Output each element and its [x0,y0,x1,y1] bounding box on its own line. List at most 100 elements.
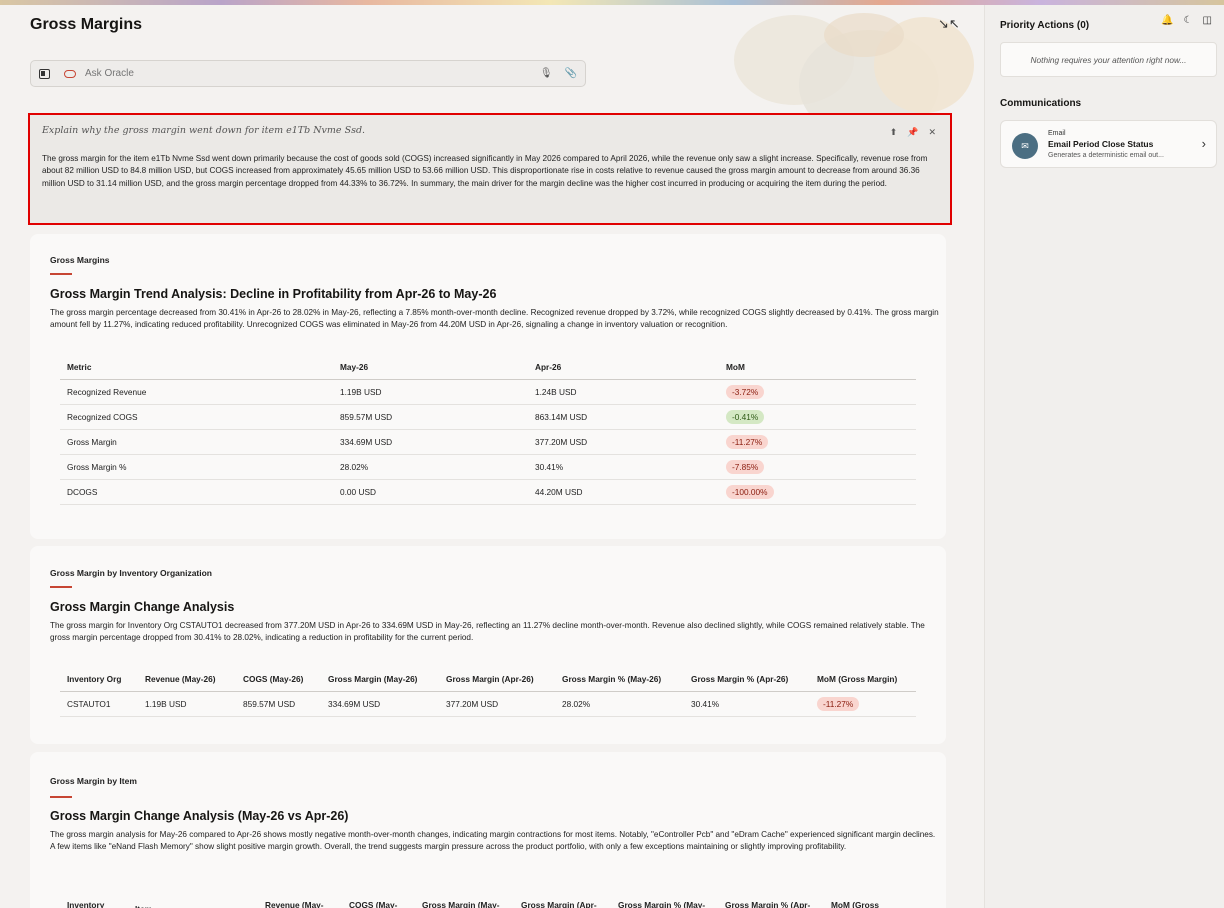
table-cell: 30.41% [528,454,719,480]
table-row: Recognized Revenue 1.19B USD 1.24B USD -… [60,379,916,405]
comm-name: Email Period Close Status [1048,139,1154,149]
col-header: Gross Margin (May-26) [321,667,439,692]
col-header: COGS (May- [349,900,398,908]
table-cell: 863.14M USD [528,404,719,430]
accent-rule [50,273,72,275]
card-heading: Gross Margin Change Analysis [50,600,235,614]
panel-toggle-icon[interactable]: ◫ [1203,15,1212,26]
ai-answer: The gross margin for the item e1Tb Nvme … [42,154,928,188]
email-period-close-card[interactable]: ✉ Email Email Period Close Status Genera… [1000,120,1217,168]
table-cell: 28.02% [333,454,528,480]
col-header: Gross Margin % (Apr-26) [684,667,810,692]
card-eyebrow: Gross Margin by Inventory Organization [50,568,212,578]
col-header: Revenue (May- [265,900,324,908]
card-description: The gross margin analysis for May-26 com… [50,830,936,851]
table-cell: Recognized Revenue [60,379,333,405]
col-header: Gross Margin % (May-26) [555,667,684,692]
table-cell: 1.19B USD [138,691,236,717]
card-eyebrow: Gross Margin by Item [50,776,137,786]
col-header: Gross Margin (Apr-26) [439,667,555,692]
inventory-org-card: Gross Margin by Inventory Organization G… [30,546,946,744]
table-row: Gross Margin 334.69M USD 377.20M USD -11… [60,429,916,455]
mom-badge: -100.00% [726,484,774,499]
right-panel: Priority Actions (0) 🔔 ☾ ◫ Nothing requi… [984,5,1224,908]
col-header: MoM (Gross Margin) [810,667,916,692]
ask-oracle-input[interactable] [85,68,528,79]
col-header: Inventory Org [60,667,138,692]
main-content: Gross Margins ↘↖ 🎙 📎 Explain why the gro… [0,5,984,908]
table-cell: CSTAUTO1 [60,691,138,717]
pin-icon[interactable]: 📌 [907,127,918,138]
mom-badge: -0.41% [726,409,765,424]
table-cell: 1.19B USD [333,379,528,405]
table-cell: 377.20M USD [528,429,719,455]
collapse-icon[interactable]: ↘↖ [938,15,960,33]
card-heading: Gross Margin Change Analysis (May-26 vs … [50,809,349,823]
col-header: Inventory [67,900,105,908]
col-header: Item [128,894,258,908]
table-cell: DCOGS [60,479,333,505]
col-header: Revenue (May-26) [138,667,236,692]
card-heading: Gross Margin Trend Analysis: Decline in … [50,287,497,301]
share-icon[interactable]: ⬆ [890,127,898,138]
oracle-logo-icon [64,69,76,78]
chevron-right-icon: › [1201,136,1206,151]
moon-icon[interactable]: ☾ [1184,15,1193,26]
priority-empty-state: Nothing requires your attention right no… [1000,42,1217,77]
comm-kind: Email [1048,130,1066,137]
table-row: Gross Margin % 28.02% 30.41% -7.85% [60,454,916,480]
microphone-icon[interactable]: 🎙 [540,68,553,79]
item-table: Inventory Item Revenue (May- COGS (May- … [60,894,916,908]
table-cell: 859.57M USD [333,404,528,430]
sidebar-toggle-icon[interactable] [39,68,50,79]
close-icon[interactable]: ✕ [928,127,936,138]
table-cell: Gross Margin [60,429,333,455]
accent-rule [50,586,72,588]
ai-question: Explain why the gross margin went down f… [42,125,366,136]
inventory-org-table: Inventory Org Revenue (May-26) COGS (May… [60,667,916,717]
metrics-table: Metric May-26 Apr-26 MoM Recognized Reve… [60,355,916,505]
table-cell: 28.02% [555,691,684,717]
priority-actions-title: Priority Actions (0) [1000,20,1090,31]
card-description: The gross margin percentage decreased fr… [50,308,939,329]
table-cell: 859.57M USD [236,691,321,717]
table-cell: 0.00 USD [333,479,528,505]
communications-title: Communications [1000,98,1082,109]
table-cell: 1.24B USD [528,379,719,405]
ai-response-panel: Explain why the gross margin went down f… [28,113,952,225]
table-cell: Recognized COGS [60,404,333,430]
col-header: Gross Margin % (Apr- [725,900,811,908]
bell-icon[interactable]: 🔔 [1161,15,1173,26]
mom-badge: -11.27% [726,434,769,449]
table-row: CSTAUTO1 1.19B USD 859.57M USD 334.69M U… [60,691,916,717]
item-card: Gross Margin by Item Gross Margin Change… [30,752,946,908]
accent-rule [50,796,72,798]
page-title: Gross Margins [30,16,143,33]
mom-badge: -11.27% [817,696,860,711]
table-row: Recognized COGS 859.57M USD 863.14M USD … [60,404,916,430]
table-cell: Gross Margin % [60,454,333,480]
mom-badge: -3.72% [726,384,765,399]
table-cell: 334.69M USD [333,429,528,455]
email-icon: ✉ [1012,133,1038,159]
col-header: Gross Margin (May- [422,900,500,908]
col-header: Metric [60,355,333,380]
table-cell: 44.20M USD [528,479,719,505]
table-row: DCOGS 0.00 USD 44.20M USD -100.00% [60,479,916,505]
col-header: Gross Margin % (May- [618,900,706,908]
ask-oracle-bar[interactable]: 🎙 📎 [30,60,586,87]
table-cell: 377.20M USD [439,691,555,717]
comm-subtitle: Generates a deterministic email out... [1048,152,1164,159]
attachment-icon[interactable]: 📎 [565,68,577,79]
col-header: Apr-26 [528,355,719,380]
col-header: MoM [719,355,916,380]
col-header: COGS (May-26) [236,667,321,692]
gross-margins-card: Gross Margins Gross Margin Trend Analysi… [30,234,946,539]
col-header: May-26 [333,355,528,380]
col-header: MoM (Gross [831,900,879,908]
mom-badge: -7.85% [726,459,765,474]
card-eyebrow: Gross Margins [50,255,110,265]
table-cell: 334.69M USD [321,691,439,717]
col-header: Gross Margin (Apr- [521,900,597,908]
table-cell: 30.41% [684,691,810,717]
